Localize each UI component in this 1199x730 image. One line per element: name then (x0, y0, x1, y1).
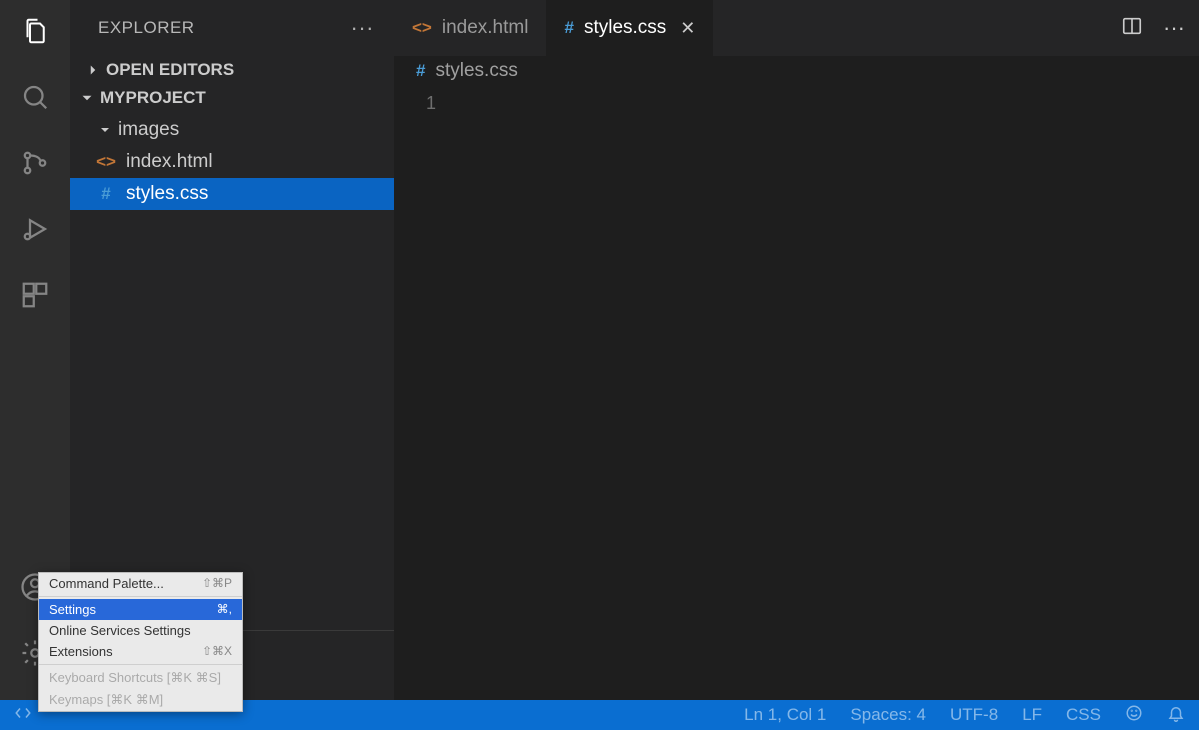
run-debug-icon[interactable] (18, 212, 52, 246)
menu-separator (39, 596, 242, 597)
sidebar-more-icon[interactable]: ··· (351, 15, 374, 41)
menu-settings[interactable]: Settings ⌘, (39, 599, 242, 620)
menu-keymaps[interactable]: Keymaps [⌘K ⌘M] (39, 689, 242, 711)
menu-label: Online Services Settings (49, 623, 191, 638)
feedback-icon[interactable] (1125, 704, 1143, 727)
chevron-down-icon (96, 122, 114, 138)
tab-actions: ··· (1121, 0, 1199, 56)
code-content[interactable] (454, 86, 1199, 700)
sidebar-header: EXPLORER ··· (70, 0, 394, 56)
editor-area: <> index.html # styles.css ✕ ··· # styl (394, 0, 1199, 700)
menu-shortcut: ⇧⌘X (202, 644, 232, 659)
extensions-icon[interactable] (18, 278, 52, 312)
open-editors-section[interactable]: OPEN EDITORS (70, 56, 394, 84)
menu-label: Settings (49, 602, 96, 617)
breadcrumb[interactable]: # styles.css (394, 56, 1199, 86)
source-control-icon[interactable] (18, 146, 52, 180)
search-icon[interactable] (18, 80, 52, 114)
html-file-icon: <> (412, 18, 432, 38)
html-file-icon: <> (96, 152, 116, 172)
tree-folder-images[interactable]: images (70, 114, 394, 146)
menu-online-services[interactable]: Online Services Settings (39, 620, 242, 641)
file-label: index.html (126, 151, 213, 173)
tab-label: index.html (442, 17, 529, 39)
css-file-icon: # (416, 61, 425, 81)
menu-shortcut: ⌘, (217, 602, 232, 617)
menu-shortcut: ⇧⌘P (202, 576, 232, 591)
line-number: 1 (394, 90, 436, 116)
menu-label: Keymaps [⌘K ⌘M] (49, 692, 163, 708)
remote-status-icon[interactable] (14, 704, 32, 727)
split-editor-icon[interactable] (1121, 15, 1143, 42)
menu-label: Extensions (49, 644, 113, 659)
folder-label: images (118, 119, 179, 141)
menu-command-palette[interactable]: Command Palette... ⇧⌘P (39, 573, 242, 594)
close-icon[interactable]: ✕ (680, 18, 695, 39)
code-area[interactable]: 1 (394, 86, 1199, 700)
file-tree: images <> index.html # styles.css (70, 112, 394, 210)
tree-file-styles-css[interactable]: # styles.css (70, 178, 394, 210)
editor-more-icon[interactable]: ··· (1163, 15, 1185, 41)
sidebar-title: EXPLORER (98, 18, 351, 38)
css-file-icon: # (96, 184, 116, 204)
status-line-col[interactable]: Ln 1, Col 1 (744, 705, 826, 725)
tree-file-index-html[interactable]: <> index.html (70, 146, 394, 178)
bell-icon[interactable] (1167, 704, 1185, 727)
chevron-down-icon (78, 89, 96, 107)
status-spaces[interactable]: Spaces: 4 (850, 705, 926, 725)
menu-extensions[interactable]: Extensions ⇧⌘X (39, 641, 242, 662)
status-encoding[interactable]: UTF-8 (950, 705, 998, 725)
project-section[interactable]: MYPROJECT (70, 84, 394, 112)
menu-keyboard-shortcuts[interactable]: Keyboard Shortcuts [⌘K ⌘S] (39, 667, 242, 689)
line-gutter: 1 (394, 86, 454, 700)
status-language[interactable]: CSS (1066, 705, 1101, 725)
menu-label: Command Palette... (49, 576, 164, 591)
tab-styles-css[interactable]: # styles.css ✕ (546, 0, 713, 56)
manage-context-menu: Command Palette... ⇧⌘P Settings ⌘, Onlin… (38, 572, 243, 712)
tab-index-html[interactable]: <> index.html (394, 0, 546, 56)
menu-label: Keyboard Shortcuts [⌘K ⌘S] (49, 670, 221, 686)
explorer-icon[interactable] (18, 14, 52, 48)
file-label: styles.css (126, 183, 208, 205)
menu-separator (39, 664, 242, 665)
chevron-right-icon (84, 61, 102, 79)
tab-label: styles.css (584, 17, 666, 39)
tab-bar: <> index.html # styles.css ✕ ··· (394, 0, 1199, 56)
status-eol[interactable]: LF (1022, 705, 1042, 725)
project-label: MYPROJECT (100, 88, 206, 108)
css-file-icon: # (564, 18, 573, 38)
open-editors-label: OPEN EDITORS (106, 60, 234, 80)
breadcrumb-file: styles.css (435, 60, 517, 82)
